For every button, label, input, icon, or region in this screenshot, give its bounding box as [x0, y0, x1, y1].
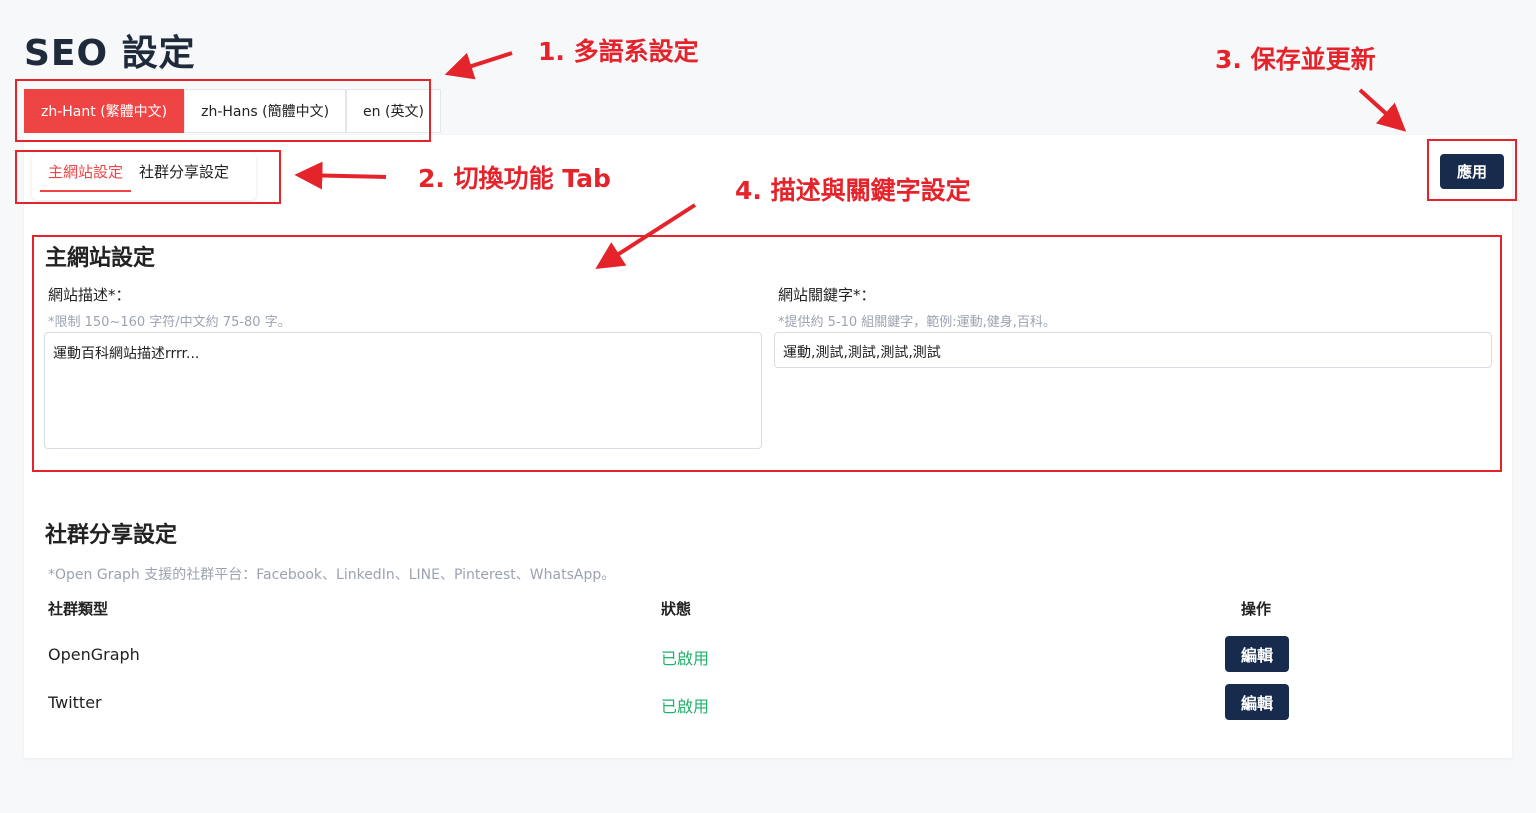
annotation-arrow-1: [444, 51, 513, 80]
social-section-title: 社群分享設定: [45, 523, 178, 548]
annotation-box-tabs: [15, 150, 281, 204]
row-opengraph-status: 已啟用: [661, 649, 710, 668]
annotation-arrow-3: [1358, 88, 1407, 132]
row-opengraph-type: OpenGraph: [48, 645, 140, 664]
annotation-box-languages: [15, 79, 431, 142]
annotation-label-2: 2. 切換功能 Tab: [418, 164, 611, 193]
col-header-status: 狀態: [661, 600, 692, 618]
col-header-action: 操作: [1241, 600, 1272, 618]
annotation-label-3: 3. 保存並更新: [1215, 45, 1376, 74]
social-hint: *Open Graph 支援的社群平台：Facebook、LinkedIn、LI…: [48, 567, 616, 583]
row-twitter-edit-button[interactable]: 編輯: [1225, 684, 1289, 720]
row-twitter-type: Twitter: [48, 693, 102, 712]
col-header-type: 社群類型: [48, 600, 109, 618]
row-twitter-status: 已啟用: [661, 697, 710, 716]
row-opengraph-edit-button[interactable]: 編輯: [1225, 636, 1289, 672]
annotation-box-description: [32, 235, 1502, 472]
page-title: SEO 設定: [24, 33, 196, 74]
annotation-label-1: 1. 多語系設定: [538, 37, 699, 66]
annotation-label-4: 4. 描述與關鍵字設定: [735, 176, 971, 205]
annotation-box-apply: [1427, 139, 1517, 201]
